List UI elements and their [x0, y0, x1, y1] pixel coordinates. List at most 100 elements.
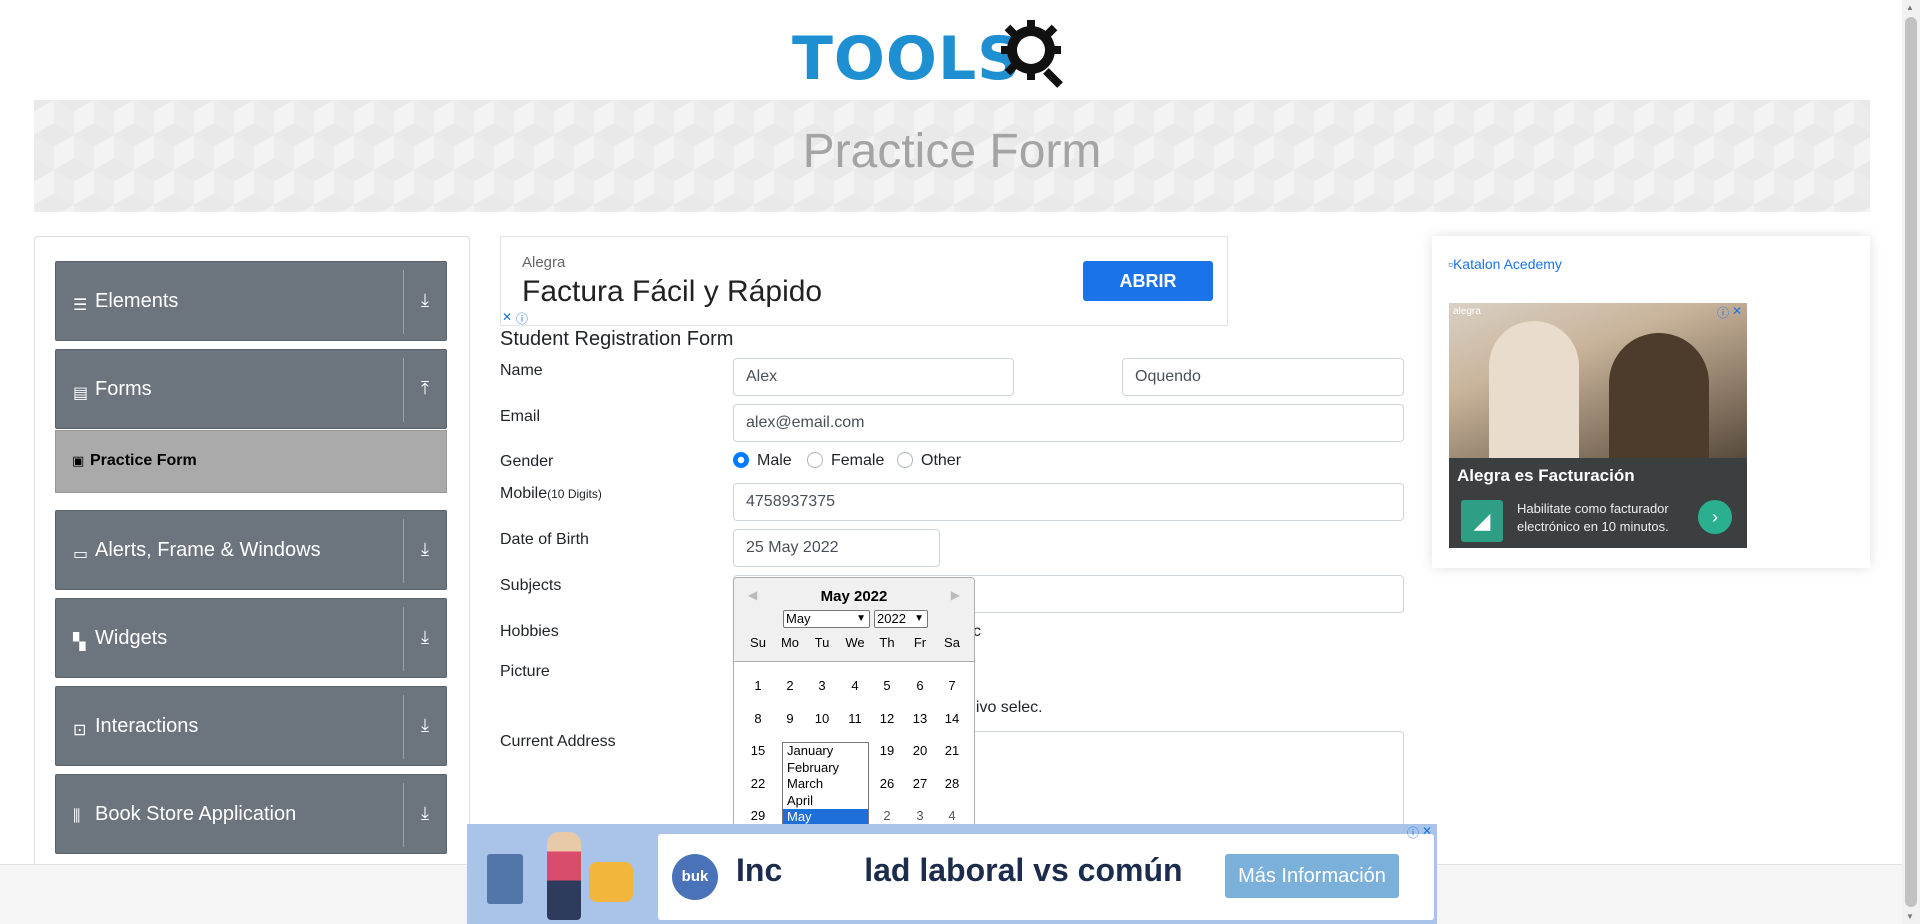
- month-option[interactable]: April: [783, 793, 868, 810]
- calendar-day[interactable]: 29: [742, 808, 774, 823]
- expand-icon: ⤓: [421, 715, 429, 735]
- calendar-day[interactable]: 20: [904, 743, 936, 758]
- sidebar-group-widgets[interactable]: ▚ Widgets ⤓: [55, 598, 447, 678]
- bottom-advertisement[interactable]: buk Inc lad laboral vs común Más Informac…: [467, 824, 1437, 924]
- hobbies-label: Hobbies: [500, 623, 559, 640]
- divider: [403, 358, 404, 422]
- right-advertisement[interactable]: ▫Katalon Acedemy alegra ⓘ ✕ Alegra es Fa…: [1432, 236, 1870, 568]
- ad-close-icon[interactable]: ✕: [1422, 824, 1432, 838]
- sidebar-group-interactions[interactable]: ⊡ Interactions ⤓: [55, 686, 447, 766]
- expand-icon: ⤓: [421, 627, 429, 647]
- mobile-label-text: Mobile: [500, 485, 548, 502]
- sidebar-item-label: Practice Form: [90, 452, 197, 469]
- month-select[interactable]: May ▼: [783, 610, 870, 628]
- calendar-day[interactable]: 19: [871, 743, 903, 758]
- radio-label: Female: [831, 452, 885, 469]
- gender-radio-female[interactable]: Female: [807, 452, 884, 470]
- calendar-day[interactable]: 3: [904, 808, 936, 823]
- ad-cta-button[interactable]: Más Información: [1225, 854, 1399, 898]
- ad-close-icon[interactable]: ✕: [502, 310, 512, 324]
- radio-unchecked-icon: [807, 452, 823, 468]
- gender-radio-other[interactable]: Other: [897, 452, 961, 470]
- calendar-day[interactable]: 15: [742, 743, 774, 758]
- divider: [403, 519, 404, 583]
- month-option[interactable]: March: [783, 776, 868, 793]
- katalon-alt-text: Katalon Acedemy: [1452, 256, 1562, 272]
- ad-close-icon[interactable]: ✕: [1732, 304, 1742, 318]
- datepicker-title: May 2022: [820, 588, 888, 605]
- collapse-icon: ⤒: [421, 378, 429, 398]
- picture-label: Picture: [500, 663, 550, 680]
- calendar-day[interactable]: 8: [742, 711, 774, 726]
- calendar-day[interactable]: 26: [871, 776, 903, 791]
- calendar-day[interactable]: 27: [904, 776, 936, 791]
- calendar-day[interactable]: 11: [839, 711, 871, 726]
- calendar-day[interactable]: 1: [742, 678, 774, 693]
- calendar-day[interactable]: 2: [871, 808, 903, 823]
- calendar-day[interactable]: 13: [904, 711, 936, 726]
- calculator-icon: [487, 854, 523, 904]
- mobile-input[interactable]: 4758937375: [733, 483, 1404, 521]
- ad-brand: Alegra: [522, 254, 566, 271]
- calendar-day[interactable]: 4: [839, 678, 871, 693]
- calendar-day[interactable]: 10: [806, 711, 838, 726]
- month-option[interactable]: January: [783, 743, 868, 760]
- first-name-input[interactable]: Alex: [733, 358, 1014, 396]
- mobile-hint: (10 Digits): [547, 487, 602, 501]
- month-option[interactable]: February: [783, 760, 868, 777]
- calendar-day[interactable]: 3: [806, 678, 838, 693]
- ad-info-icon[interactable]: ⓘ: [1407, 824, 1419, 841]
- logo-text-tools: TOOLS: [792, 24, 1022, 94]
- katalon-image-link[interactable]: ▫Katalon Acedemy: [1448, 256, 1562, 272]
- scroll-up-icon[interactable]: ▲: [1906, 3, 1914, 12]
- weekday-label: Fr: [913, 635, 927, 650]
- coins-icon: [589, 862, 633, 902]
- ad-photo-person: [1609, 333, 1709, 458]
- chevron-down-icon: ▼: [856, 613, 866, 624]
- calendar-day[interactable]: 4: [936, 808, 968, 823]
- ad-content: buk Inc lad laboral vs común Más Informac…: [658, 834, 1434, 920]
- ad-photo-person: [1489, 321, 1579, 458]
- dob-label: Date of Birth: [500, 531, 589, 548]
- sidebar-group-label: Alerts, Frame & Windows: [95, 539, 321, 561]
- name-label: Name: [500, 362, 543, 379]
- ad-info-icon[interactable]: ⓘ: [1717, 304, 1729, 321]
- last-name-input[interactable]: Oquendo: [1122, 358, 1404, 396]
- gender-label: Gender: [500, 453, 554, 470]
- year-select[interactable]: 2022 ▼: [874, 610, 928, 628]
- page-title: Practice Form: [802, 125, 1102, 178]
- calendar-day[interactable]: 14: [936, 711, 968, 726]
- sidebar-group-book-store[interactable]: ⫼ Book Store Application ⤓: [55, 774, 447, 854]
- form-title: Student Registration Form: [500, 328, 734, 350]
- calendar-day[interactable]: 2: [774, 678, 806, 693]
- calendar-day[interactable]: 21: [936, 743, 968, 758]
- calendar-day[interactable]: 9: [774, 711, 806, 726]
- ad-info-icon[interactable]: ⓘ: [516, 310, 528, 327]
- page-banner: Practice Form: [34, 100, 1870, 212]
- toolsqa-logo[interactable]: TOOLSA: [792, 14, 1117, 164]
- calendar-day[interactable]: 7: [936, 678, 968, 693]
- chevron-right-icon[interactable]: ›: [1698, 500, 1732, 534]
- radio-label: Male: [757, 452, 792, 469]
- calendar-day[interactable]: 28: [936, 776, 968, 791]
- widgets-icon: ▚: [73, 634, 86, 651]
- next-month-icon[interactable]: ▶: [951, 588, 960, 602]
- calendar-day[interactable]: 6: [904, 678, 936, 693]
- ad-cta-button[interactable]: ABRIR: [1083, 261, 1213, 301]
- sidebar-item-practice-form[interactable]: ▣ Practice Form: [55, 430, 447, 493]
- calendar-day[interactable]: 22: [742, 776, 774, 791]
- buk-logo: buk: [672, 854, 718, 900]
- calendar-day[interactable]: 5: [871, 678, 903, 693]
- sidebar-group-elements[interactable]: ☰ Elements ⤓: [55, 261, 447, 341]
- email-input[interactable]: alex@email.com: [733, 404, 1404, 442]
- scrollbar-thumb[interactable]: [1905, 17, 1917, 907]
- dob-input[interactable]: 25 May 2022: [733, 529, 940, 567]
- calendar-day[interactable]: 12: [871, 711, 903, 726]
- top-advertisement[interactable]: Alegra Factura Fácil y Rápido ABRIR: [500, 236, 1228, 326]
- radio-checked-icon: [733, 452, 749, 468]
- address-label: Current Address: [500, 733, 616, 750]
- gender-radio-male[interactable]: Male: [733, 452, 792, 470]
- sidebar-group-forms[interactable]: ▤ Forms ⤒: [55, 349, 447, 429]
- scroll-down-icon[interactable]: ▼: [1906, 912, 1914, 921]
- sidebar-group-alerts[interactable]: ▭ Alerts, Frame & Windows ⤓: [55, 510, 447, 590]
